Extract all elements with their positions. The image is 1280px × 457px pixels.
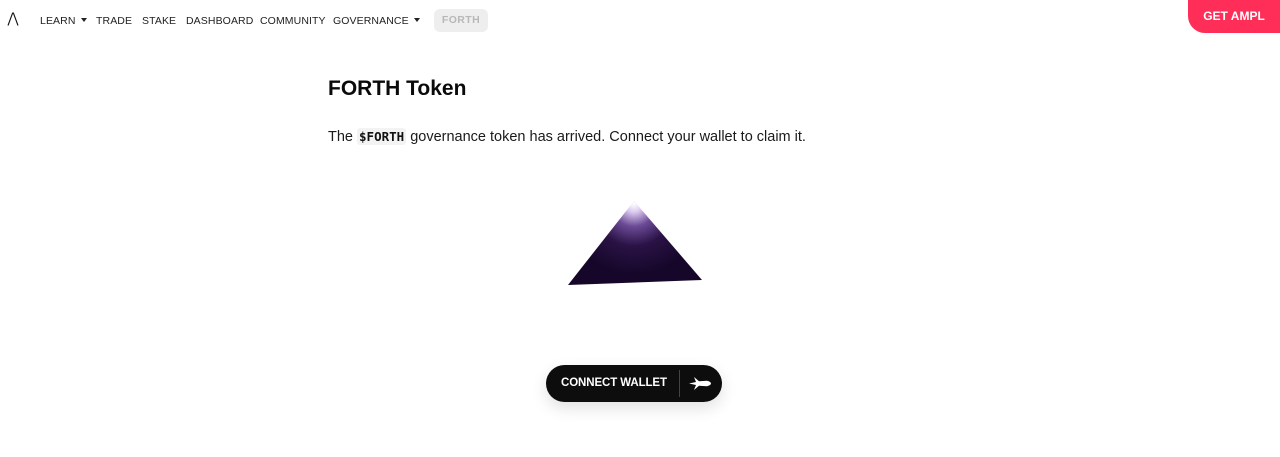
nav-governance-label: GOVERNANCE [333, 15, 409, 27]
nav-community[interactable]: COMMUNITY [260, 15, 326, 27]
chevron-down-icon [80, 18, 87, 22]
nav-learn[interactable]: LEARN [40, 15, 87, 27]
token-code: $FORTH [357, 128, 407, 145]
nav-learn-label: LEARN [40, 15, 76, 27]
get-ampl-button[interactable]: GET AMPL [1188, 0, 1280, 33]
intro-text: The $FORTH governance token has arrived.… [328, 128, 806, 146]
top-navigation: LEARN TRADE STAKE DASHBOARD COMMUNITY GO… [0, 0, 1280, 40]
connect-wallet-button[interactable]: CONNECT WALLET [546, 365, 722, 402]
rocket-icon [689, 377, 711, 390]
button-divider [679, 370, 680, 397]
nav-community-label: COMMUNITY [260, 15, 326, 27]
nav-trade[interactable]: TRADE [96, 15, 132, 27]
nav-trade-label: TRADE [96, 15, 133, 27]
nav-stake[interactable]: STAKE [142, 15, 176, 27]
intro-prefix: The [328, 129, 358, 145]
nav-dashboard-label: DASHBOARD [186, 15, 254, 27]
intro-suffix: governance token has arrived. Connect yo… [406, 129, 806, 145]
nav-governance[interactable]: GOVERNANCE [333, 15, 420, 27]
nav-stake-label: STAKE [142, 15, 177, 27]
page-title: FORTH Token [328, 77, 467, 100]
nav-forth-button[interactable]: FORTH [434, 9, 488, 32]
chevron-down-icon [413, 18, 420, 22]
connect-wallet-label: CONNECT WALLET [561, 377, 667, 389]
lambda-logo-icon[interactable] [7, 12, 19, 26]
pyramid-illustration [568, 201, 702, 285]
nav-dashboard[interactable]: DASHBOARD [186, 15, 253, 27]
